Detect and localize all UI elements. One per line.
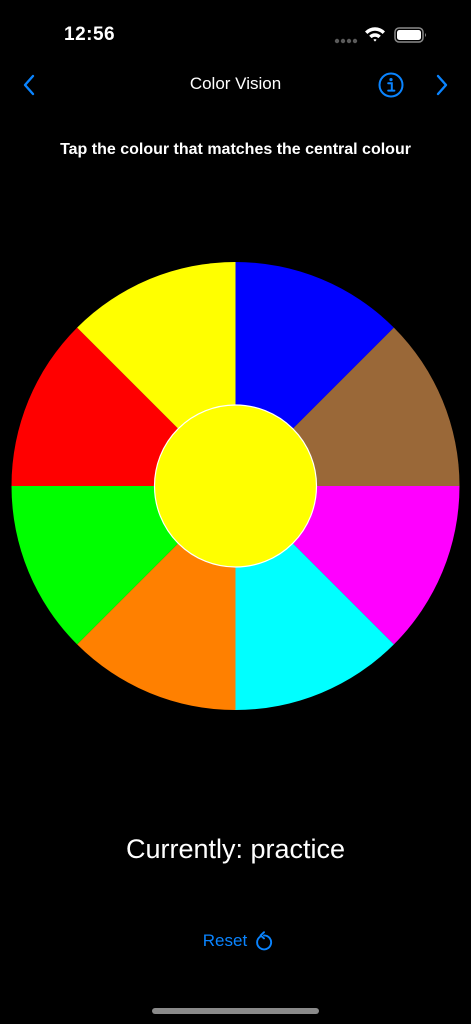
current-mode-text: Currently: practice [125,834,346,864]
instruction-text: Tap the colour that matches the central … [60,141,411,158]
home-indicator [152,1008,319,1014]
forward-button[interactable] [429,72,455,98]
center-color-circle [153,404,318,568]
chevron-right-icon [436,74,448,96]
status-bar: 12:56 [0,0,471,60]
reset-icon [256,931,273,951]
battery-icon [394,27,426,43]
info-icon[interactable] [377,71,405,99]
navigation-bar: Color Vision [0,62,471,108]
reset-label: Reset [202,931,248,950]
color-wheel [11,262,460,710]
status-time: 12:56 [64,24,116,45]
reset-button[interactable]: Reset [190,924,286,958]
wifi-icon [365,27,385,42]
cellular-signal-icon [334,38,358,44]
